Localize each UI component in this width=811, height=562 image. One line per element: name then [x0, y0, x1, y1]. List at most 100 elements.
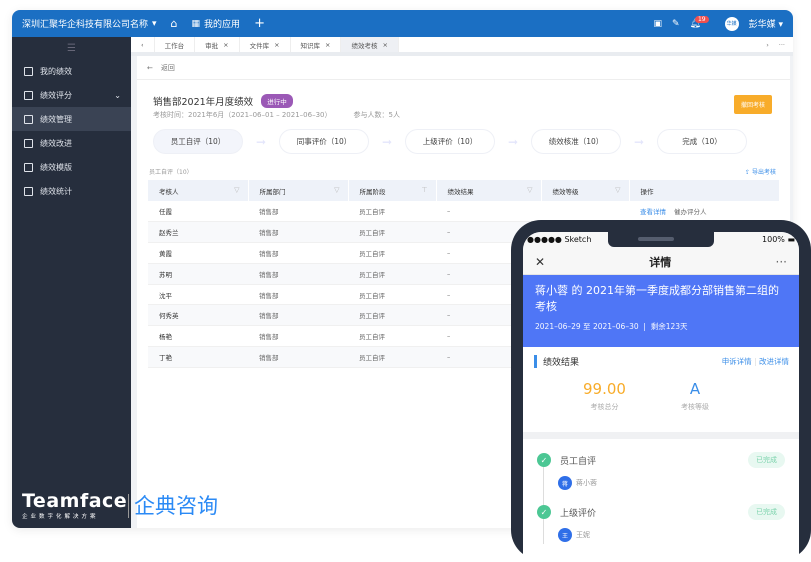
tab-label: 知识库 [300, 41, 321, 50]
stage-name: 员工自评 [560, 456, 597, 467]
top-bar: 深圳汇聚华企科技有限公司名称 ▾ ⌂ ▦ 我的应用 + ▣ ✎ 🔔︎19 华媒 彭华… [12, 10, 793, 37]
avatar[interactable]: 华媒 [724, 16, 739, 31]
menu-icon[interactable]: ☰ [12, 37, 131, 59]
calendar-icon[interactable]: ▣ [653, 19, 662, 29]
appeal-details-link[interactable]: 申诉详情 [722, 357, 752, 366]
close-icon[interactable]: × [274, 41, 279, 49]
sidebar: ☰ 我的绩效 绩效评分 ⌄ 绩效管理 绩效改进 绩效模版 绩效统计 [12, 37, 131, 528]
close-icon[interactable]: × [325, 41, 330, 49]
sidebar-item-scoring[interactable]: 绩效评分 ⌄ [12, 83, 131, 107]
close-icon[interactable]: ✕ [535, 255, 545, 269]
table-cell: 丁艳 [148, 346, 248, 368]
document-icon [24, 114, 33, 124]
section-label: 员工自评（10） [149, 169, 193, 176]
table-cell: 黄霞 [148, 242, 248, 264]
grade-caption: 考核等级 [681, 403, 709, 411]
my-apps-button[interactable]: ▦ 我的应用 [191, 17, 241, 31]
avatar: 王 [558, 528, 572, 542]
grade-value: A [689, 380, 701, 398]
check-icon: ✓ [537, 505, 551, 519]
phone-screen: ●●●●● Sketch 100% ▬ ✕ 详情 ··· 蒋小蓉 的 2021年第一季… [523, 232, 799, 562]
company-switcher[interactable]: 深圳汇聚华企科技有限公司名称 ▾ [22, 17, 157, 31]
tab-label: 绩效考核 [351, 41, 378, 50]
table-cell: 员工自评 [348, 201, 436, 223]
step-self-review[interactable]: 员工自评（10） [153, 129, 243, 154]
score-caption: 考核总分 [590, 403, 619, 411]
remaining-days: 剩余123天 [650, 322, 688, 331]
edit-icon [24, 138, 33, 148]
review-flow: ✓ 员工自评 已完成 蒋蒋小蓉 ✓ 上级评价 已完成 王王妮 [523, 439, 799, 562]
export-icon: ⇪ [745, 169, 752, 176]
table-cell: 员工自评 [348, 304, 436, 327]
filter-icon[interactable]: ▽ [615, 186, 620, 194]
my-apps-label: 我的应用 [204, 20, 241, 30]
filter-icon[interactable]: ▽ [527, 186, 532, 194]
tab-performance[interactable]: 绩效考核 × [341, 37, 399, 52]
partner-logo: 企典咨询 [128, 494, 218, 518]
table-cell: 销售部 [248, 263, 348, 285]
user-menu[interactable]: 彭华媒 ▾ [749, 17, 783, 30]
header-label: 所属阶段 [359, 187, 386, 196]
step-peer-review[interactable]: 同事评价（10） [279, 129, 369, 154]
table-cell: – [436, 201, 541, 223]
notch [608, 232, 714, 247]
tab-label: 审批 [205, 41, 219, 50]
tabs-prev-button[interactable]: ‹ [131, 37, 155, 52]
sidebar-item-my-performance[interactable]: 我的绩效 [12, 59, 131, 83]
header-label: 操作 [640, 187, 654, 196]
tab-approval[interactable]: 审批 × [195, 37, 240, 52]
back-button[interactable]: ← 返回 [137, 56, 790, 80]
home-button[interactable]: ⌂ [171, 17, 178, 30]
check-icon: ✓ [537, 453, 551, 467]
stage-steps: 员工自评（10） ➞ 同事评价（10） ➞ 上级评价（10） ➞ 绩效核准（10） ➞ … [153, 129, 747, 154]
table-cell: 销售部 [248, 201, 348, 223]
total-score: 99.00 考核总分 [583, 380, 626, 412]
recall-button[interactable]: 撤回考核 [733, 95, 772, 114]
table-cell: 员工自评 [348, 346, 436, 368]
export-label: 导出考核 [751, 169, 776, 176]
step-complete[interactable]: 完成（10） [657, 129, 747, 154]
tab-files[interactable]: 文件库 × [240, 37, 291, 52]
grade: A 考核等级 [681, 380, 709, 412]
close-icon[interactable]: × [223, 41, 228, 49]
filter-icon[interactable]: ▽ [234, 186, 239, 194]
column-header: 绩效等级 ▽ [541, 180, 630, 201]
edit-icon[interactable]: ✎ [672, 19, 680, 29]
phone-title: 详情 [649, 255, 672, 269]
reviewer-name: 王妮 [576, 531, 590, 539]
add-button[interactable]: + [254, 16, 265, 31]
filter-icon[interactable]: ⊤ [421, 186, 427, 194]
export-button[interactable]: ⇪ 导出考核 [745, 167, 776, 176]
review-headline: 蒋小蓉 的 2021年第一季度成都分部销售第二组的考核 [535, 284, 779, 313]
column-header: 所属部门 ▽ [248, 180, 349, 201]
table-cell: 赵秀兰 [148, 221, 248, 244]
status-badge: 已完成 [748, 452, 785, 468]
sidebar-item-templates[interactable]: 绩效模版 [12, 155, 131, 179]
status-badge: 已完成 [748, 504, 785, 520]
sidebar-item-management[interactable]: 绩效管理 [12, 107, 131, 131]
more-icon[interactable]: ··· [776, 255, 787, 269]
reviewer: 蒋蒋小蓉 [558, 475, 785, 491]
tab-knowledge[interactable]: 知识库 × [291, 37, 342, 52]
sidebar-item-statistics[interactable]: 绩效统计 [12, 179, 131, 203]
avatar: 蒋 [558, 476, 572, 490]
step-approval[interactable]: 绩效核准（10） [531, 129, 621, 154]
view-details-link[interactable]: 查看详情 [640, 208, 666, 216]
filter-icon[interactable]: ▽ [334, 186, 339, 194]
remind-reviewer-link[interactable]: 催办评分人 [674, 208, 707, 216]
grid-icon: ▦ [191, 18, 201, 29]
home-icon: ⌂ [170, 17, 178, 30]
more-icon[interactable]: ··· [779, 41, 785, 49]
tab-workbench[interactable]: 工作台 [155, 37, 196, 52]
review-dates: 2021–06–29 至 2021–06–30 [535, 322, 639, 331]
close-icon[interactable]: × [382, 41, 387, 49]
chart-icon [24, 186, 33, 196]
tabs-next-button[interactable]: › [766, 41, 769, 49]
table-cell: 销售部 [248, 346, 348, 368]
teamface-logo: Teamface 企业数字化解决方案 [22, 491, 127, 520]
step-manager-review[interactable]: 上级评价（10） [405, 129, 495, 154]
sidebar-item-improvement[interactable]: 绩效改进 [12, 131, 131, 155]
bell-button[interactable]: 🔔︎19 [690, 15, 715, 29]
improve-details-link[interactable]: 改进详情 [759, 357, 789, 366]
table-cell: 沈平 [148, 284, 248, 306]
